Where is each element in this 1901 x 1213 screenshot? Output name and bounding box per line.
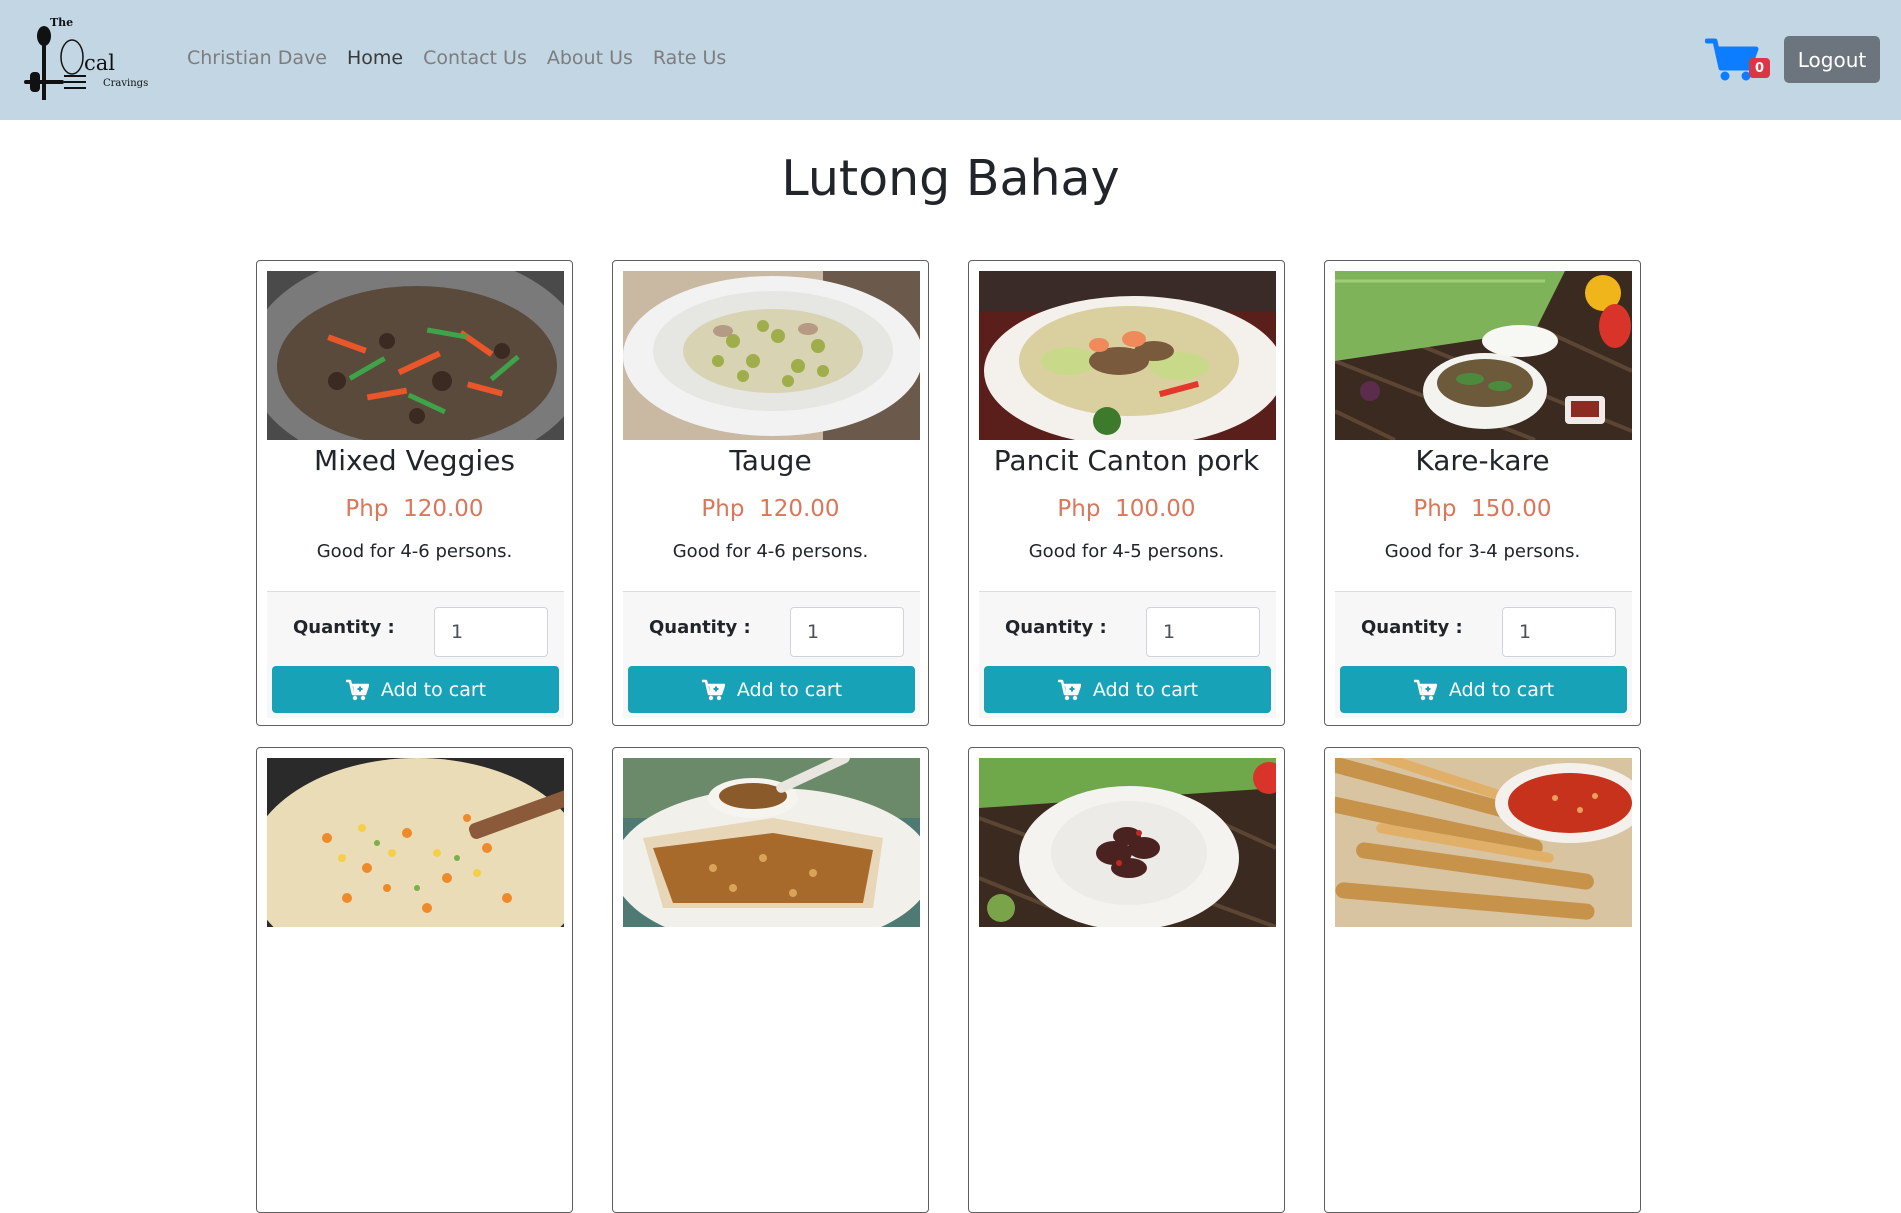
nav-link-user[interactable]: Christian Dave [187, 47, 327, 69]
quantity-input[interactable] [790, 607, 904, 657]
main-nav: Christian Dave Home Contact Us About Us … [187, 47, 746, 69]
nav-link-rate[interactable]: Rate Us [653, 47, 726, 69]
quantity-label: Quantity : [1361, 617, 1463, 638]
add-to-cart-label: Add to cart [380, 678, 487, 701]
nav-link-contact[interactable]: Contact Us [423, 47, 527, 69]
quantity-input[interactable] [434, 607, 548, 657]
product-name: Tauge [729, 444, 812, 477]
add-to-cart-label: Add to cart [1448, 678, 1555, 701]
cart-plus-icon [701, 679, 725, 700]
product-card-footer: Quantity : Add to cart [979, 591, 1276, 718]
product-card: Mixed Veggies Php 120.00 Good for 4-6 pe… [256, 260, 573, 726]
product-price: Php 100.00 [1057, 496, 1196, 522]
quantity-label: Quantity : [649, 617, 751, 638]
quantity-label: Quantity : [293, 617, 395, 638]
product-card: Tauge Php 120.00 Good for 4-6 persons. Q… [612, 260, 929, 726]
product-image-beef-dish[interactable] [979, 758, 1276, 927]
quantity-input[interactable] [1502, 607, 1616, 657]
cart-plus-icon [345, 679, 369, 700]
cart-count-badge: 0 [1749, 58, 1770, 78]
product-name: Mixed Veggies [314, 444, 515, 477]
logo-text-top: The [50, 16, 73, 29]
product-description: Good for 4-6 persons. [316, 541, 513, 562]
add-to-cart-button[interactable]: Add to cart [984, 666, 1271, 713]
logo-text-sub: Cravings [103, 78, 148, 89]
product-price: Php 120.00 [701, 496, 840, 522]
product-name: Kare-kare [1415, 444, 1550, 477]
add-to-cart-button[interactable]: Add to cart [628, 666, 915, 713]
product-description: Good for 4-5 persons. [1028, 541, 1225, 562]
product-card [968, 747, 1285, 1213]
logo-text-main: cal [84, 51, 115, 75]
product-description: Good for 4-6 persons. [672, 541, 869, 562]
add-to-cart-button[interactable]: Add to cart [1340, 666, 1627, 713]
nav-link-about[interactable]: About Us [547, 47, 633, 69]
product-image-tauge[interactable] [623, 271, 920, 440]
product-card: Kare-kare Php 150.00 Good for 3-4 person… [1324, 260, 1641, 726]
product-description: Good for 3-4 persons. [1384, 541, 1581, 562]
product-image-mixed-veggies[interactable] [267, 271, 564, 440]
product-image-lumpia-sariwa[interactable] [623, 758, 920, 927]
logout-button[interactable]: Logout [1784, 36, 1880, 83]
navbar: The cal Cravings Christian Dave Home Con… [0, 0, 1901, 120]
product-card [256, 747, 573, 1213]
quantity-label: Quantity : [1005, 617, 1107, 638]
product-card-footer: Quantity : Add to cart [1335, 591, 1632, 718]
product-image-pancit-canton[interactable] [979, 271, 1276, 440]
product-image-fried-rice[interactable] [267, 758, 564, 927]
cart-plus-icon [1057, 679, 1081, 700]
product-image-spring-rolls[interactable] [1335, 758, 1632, 927]
cart-plus-icon [1413, 679, 1437, 700]
add-to-cart-button[interactable]: Add to cart [272, 666, 559, 713]
product-card: Pancit Canton pork Php 100.00 Good for 4… [968, 260, 1285, 726]
quantity-input[interactable] [1146, 607, 1260, 657]
brand-logo[interactable]: The cal Cravings [24, 14, 160, 104]
add-to-cart-label: Add to cart [1092, 678, 1199, 701]
product-image-kare-kare[interactable] [1335, 271, 1632, 440]
product-card [612, 747, 929, 1213]
product-price: Php 150.00 [1413, 496, 1552, 522]
product-card-footer: Quantity : Add to cart [623, 591, 920, 718]
nav-link-home[interactable]: Home [347, 47, 403, 69]
add-to-cart-label: Add to cart [736, 678, 843, 701]
product-card [1324, 747, 1641, 1213]
product-name: Pancit Canton pork [993, 444, 1260, 477]
product-price: Php 120.00 [345, 496, 484, 522]
product-grid: Mixed Veggies Php 120.00 Good for 4-6 pe… [256, 260, 1644, 1213]
product-card-footer: Quantity : Add to cart [267, 591, 564, 718]
page-title: Lutong Bahay [781, 150, 1120, 207]
